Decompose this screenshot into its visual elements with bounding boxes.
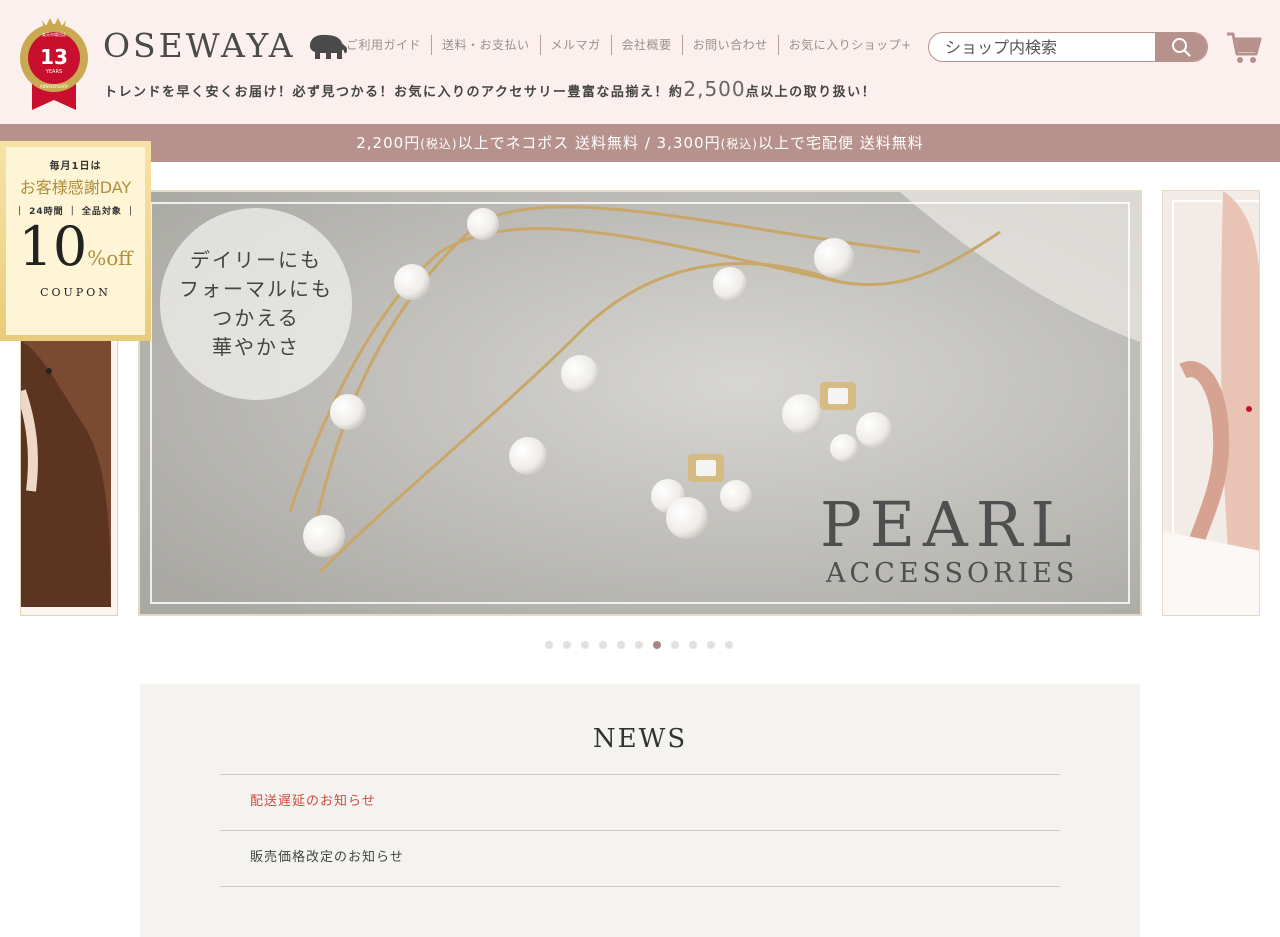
- coupon-label: COUPON: [40, 286, 111, 299]
- coupon-discount-number: 10: [18, 215, 88, 278]
- next-slide-image: [1163, 191, 1259, 615]
- nav-company[interactable]: 会社概要: [610, 35, 682, 55]
- news-list: 配送遅延のお知らせ 販売価格改定のお知らせ: [220, 774, 1060, 887]
- carousel-slide-active[interactable]: デイリーにも フォーマルにも つかえる 華やかさ PEARL ACCESSORI…: [138, 190, 1142, 616]
- carousel-dot[interactable]: [599, 641, 607, 649]
- coupon-line1: 毎月1日は: [49, 161, 102, 172]
- shipping-price-1: 2,200円: [356, 134, 421, 152]
- carousel-dot[interactable]: [707, 641, 715, 649]
- carousel-dot[interactable]: [725, 641, 733, 649]
- slide-subtitle: ACCESSORIES: [826, 558, 1079, 589]
- shipping-tax-1: (税込): [420, 137, 458, 151]
- coupon-title: お客様感謝DAY: [19, 178, 132, 197]
- tagline: トレンドを早く安くお届け！必ず見つかる！お気に入りのアクセサリー豊富な品揃え！約…: [104, 78, 876, 104]
- carousel-dot[interactable]: [689, 641, 697, 649]
- search-box: [928, 32, 1208, 62]
- news-item-shipping-delay[interactable]: 配送遅延のお知らせ: [220, 775, 1060, 831]
- badge-number: 13: [40, 45, 68, 69]
- search-icon: [1172, 38, 1191, 57]
- carousel-dot[interactable]: [635, 641, 643, 649]
- shipping-text-2: 以上で宅配便 送料無料: [757, 134, 924, 152]
- carousel-dot[interactable]: [545, 641, 553, 649]
- site-header: 楽天市場出店 13 YEARS ANNIVERSARY OSEWAYA トレンド…: [0, 0, 1280, 124]
- carousel-dot[interactable]: [653, 641, 661, 649]
- badge-years: YEARS: [45, 69, 62, 75]
- coupon-percent: %: [87, 246, 107, 270]
- coupon-discount: 10%off: [6, 219, 145, 286]
- shipping-tax-2: (税込): [720, 137, 758, 151]
- shipping-text-1: 以上でネコポス 送料無料 / 3,300円: [457, 134, 721, 152]
- carousel-dot[interactable]: [671, 641, 679, 649]
- coupon-off: off: [106, 246, 133, 270]
- anniversary-badge: 楽天市場出店 13 YEARS ANNIVERSARY: [20, 18, 88, 110]
- tagline-text-2: 点以上の取り扱い！: [745, 85, 877, 100]
- site-logo[interactable]: OSEWAYA: [103, 26, 296, 66]
- coupon-card: 毎月1日は お客様感謝DAY ｜ 24時間 ｜ 全品対象 ｜ 10%off CO…: [6, 147, 145, 335]
- coupon-banner[interactable]: 毎月1日は お客様感謝DAY ｜ 24時間 ｜ 全品対象 ｜ 10%off CO…: [0, 141, 151, 341]
- caption-line: つかえる: [212, 306, 300, 330]
- news-title: NEWS: [592, 724, 688, 754]
- slide-caption-bubble: デイリーにも フォーマルにも つかえる 華やかさ: [160, 208, 352, 400]
- slide-title: PEARL: [820, 488, 1080, 561]
- caption-line: デイリーにも: [190, 248, 322, 272]
- nav-newsletter[interactable]: メルマガ: [539, 35, 611, 55]
- tagline-number: 2,500: [683, 77, 746, 101]
- badge-anniversary: ANNIVERSARY: [40, 84, 69, 89]
- caption-line: 華やかさ: [212, 335, 300, 359]
- nav-guide[interactable]: ご利用ガイド: [346, 35, 431, 55]
- cart-icon[interactable]: [1226, 30, 1262, 66]
- carousel-slide-next[interactable]: [1162, 190, 1260, 616]
- shipping-banner: 2,200円(税込)以上でネコポス 送料無料 / 3,300円(税込)以上で宅配…: [0, 124, 1280, 162]
- nav-contact[interactable]: お問い合わせ: [681, 35, 778, 55]
- tagline-text-1: トレンドを早く安くお届け！必ず見つかる！お気に入りのアクセサリー豊富な品揃え！約: [104, 85, 684, 100]
- header-nav: ご利用ガイド 送料・お支払い メルマガ 会社概要 お問い合わせ お気に入りショッ…: [346, 35, 922, 55]
- nav-favorite-shop[interactable]: お気に入りショップ+: [777, 35, 922, 55]
- nav-shipping-payment[interactable]: 送料・お支払い: [431, 35, 540, 55]
- carousel-dot[interactable]: [617, 641, 625, 649]
- elephant-icon: [310, 34, 347, 59]
- search-input[interactable]: [929, 33, 1155, 61]
- news-item-price-revision[interactable]: 販売価格改定のお知らせ: [220, 831, 1060, 887]
- search-button[interactable]: [1155, 33, 1207, 61]
- carousel-pagination: [545, 641, 733, 649]
- news-section: NEWS 配送遅延のお知らせ 販売価格改定のお知らせ: [140, 684, 1140, 937]
- caption-line: フォーマルにも: [179, 277, 333, 301]
- carousel-dot[interactable]: [581, 641, 589, 649]
- carousel-dot[interactable]: [563, 641, 571, 649]
- badge-rakuten-text: 楽天市場出店: [42, 31, 66, 37]
